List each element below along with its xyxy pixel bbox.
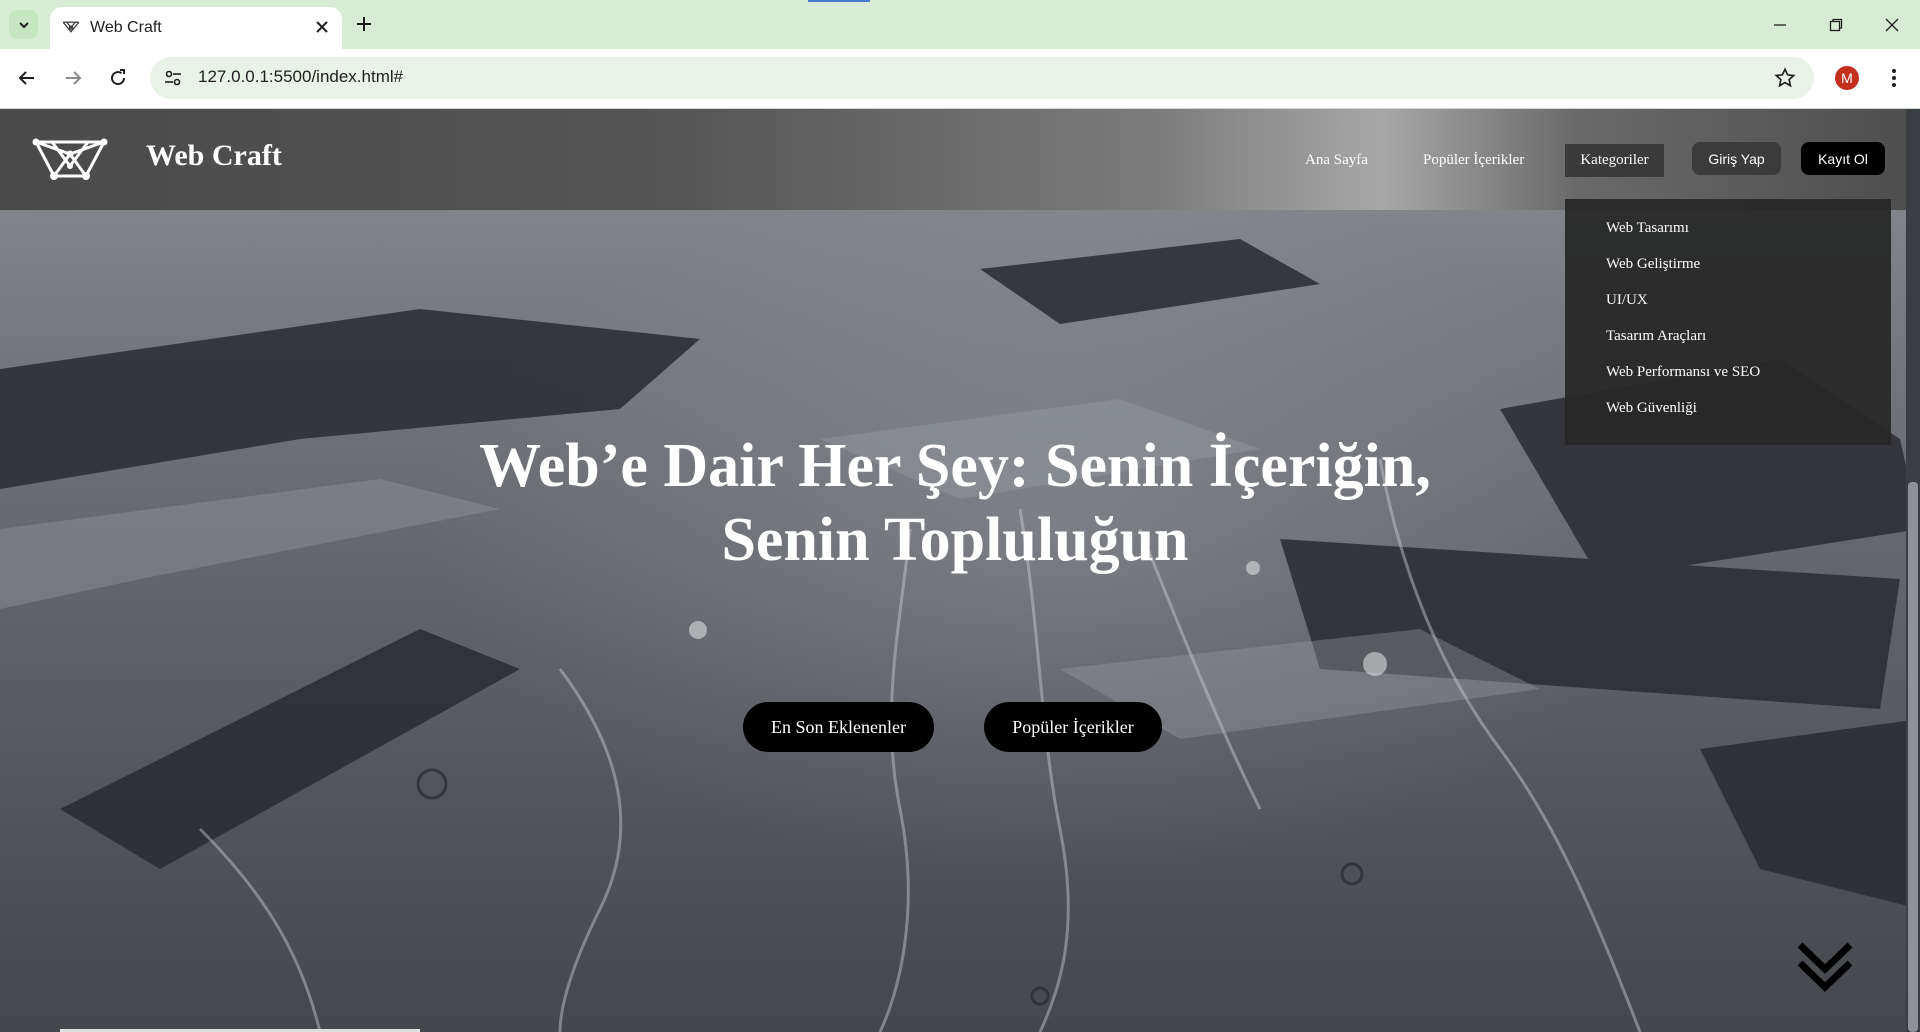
page-scrollbar[interactable]: [1906, 109, 1920, 1032]
bookmark-star-icon[interactable]: [1774, 67, 1796, 89]
site-header: Web Craft Ana Sayfa Popüler İçerikler Ka…: [0, 109, 1920, 210]
forward-button[interactable]: [61, 66, 85, 90]
close-icon[interactable]: [314, 19, 330, 35]
hero-title: Web’e Dair Her Şey: Senin İçeriğin, Seni…: [260, 429, 1650, 577]
site-settings-icon[interactable]: [163, 68, 183, 88]
hero-title-line1: Web’e Dair Her Şey: Senin İçeriğin,: [479, 432, 1431, 500]
nav-popular-link[interactable]: Popüler İçerikler: [1423, 152, 1524, 169]
web-craft-favicon-icon: [62, 21, 80, 33]
dropdown-item-web-security[interactable]: Web Güvenliği: [1606, 400, 1697, 417]
reload-button[interactable]: [106, 66, 130, 90]
address-bar[interactable]: 127.0.0.1:5500/index.html#: [150, 57, 1814, 99]
back-button[interactable]: [15, 66, 39, 90]
close-window-icon: [1885, 18, 1899, 31]
dropdown-item-web-design[interactable]: Web Tasarımı: [1606, 220, 1689, 237]
hero-title-line2: Senin Topluluğun: [721, 506, 1189, 574]
dropdown-item-web-development[interactable]: Web Geliştirme: [1606, 256, 1700, 273]
tab-title: Web Craft: [90, 19, 162, 36]
more-menu-icon[interactable]: [1882, 66, 1906, 90]
window-controls: [1752, 0, 1920, 49]
restore-button[interactable]: [1808, 0, 1864, 49]
dropdown-item-ui-ux[interactable]: UI/UX: [1606, 292, 1648, 309]
categories-dropdown: Web Tasarımı Web Geliştirme UI/UX Tasarı…: [1565, 199, 1891, 445]
popular-content-button[interactable]: Popüler İçerikler: [984, 702, 1162, 752]
scrollbar-thumb[interactable]: [1908, 482, 1918, 1032]
page-viewport: Web Craft Ana Sayfa Popüler İçerikler Ka…: [0, 109, 1920, 1032]
signup-button[interactable]: Kayıt Ol: [1801, 142, 1885, 175]
browser-tab[interactable]: Web Craft: [50, 7, 342, 49]
minimize-icon: [1774, 23, 1786, 26]
browser-tabstrip: Web Craft: [0, 0, 1920, 49]
minimize-button[interactable]: [1752, 0, 1808, 49]
latest-content-button[interactable]: En Son Eklenenler: [743, 702, 934, 752]
profile-avatar[interactable]: M: [1835, 66, 1859, 90]
site-brand-name[interactable]: Web Craft: [146, 139, 282, 173]
double-chevron-down-icon[interactable]: [1796, 939, 1854, 995]
reload-icon: [111, 69, 126, 86]
url-text[interactable]: 127.0.0.1:5500/index.html#: [198, 67, 403, 87]
nav-categories-link[interactable]: Kategoriler: [1565, 144, 1664, 177]
dropdown-item-performance-seo[interactable]: Web Performansı ve SEO: [1606, 364, 1760, 381]
restore-icon: [1829, 18, 1843, 31]
chevron-down-icon: [18, 21, 29, 28]
arrow-right-icon: [66, 71, 82, 85]
dropdown-item-design-tools[interactable]: Tasarım Araçları: [1606, 328, 1706, 345]
tab-search-button[interactable]: [9, 10, 38, 39]
nav-home-link[interactable]: Ana Sayfa: [1305, 152, 1368, 169]
arrow-left-icon: [18, 71, 34, 85]
close-window-button[interactable]: [1864, 0, 1920, 49]
web-craft-logo-icon[interactable]: [32, 136, 108, 182]
loading-indicator: [808, 0, 870, 2]
login-button[interactable]: Giriş Yap: [1692, 142, 1781, 175]
browser-toolbar: 127.0.0.1:5500/index.html# M: [0, 49, 1920, 109]
new-tab-icon[interactable]: [354, 14, 374, 34]
